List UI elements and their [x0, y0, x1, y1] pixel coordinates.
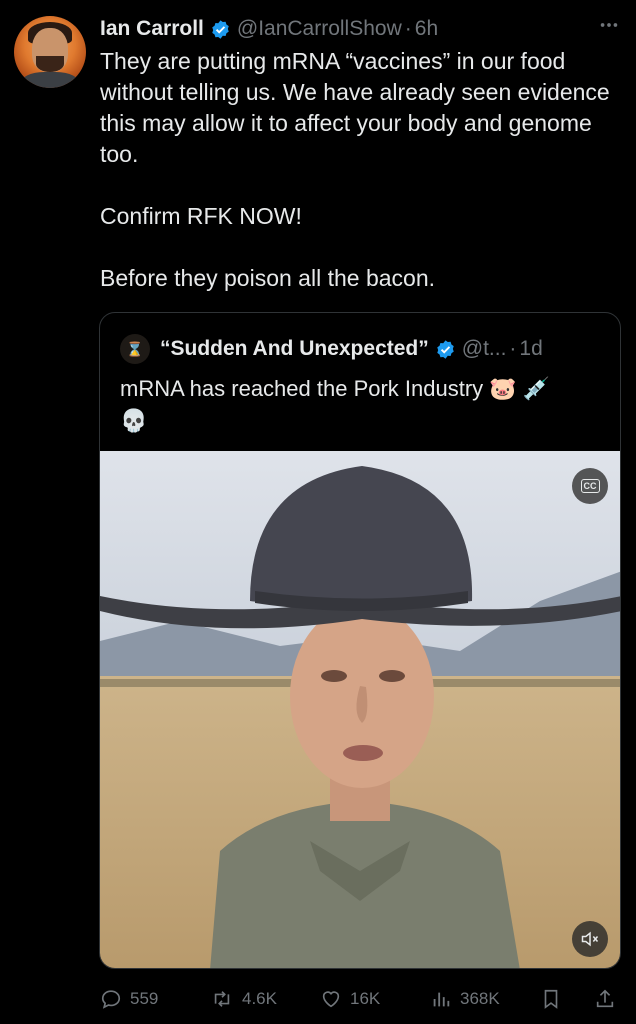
tweet-body: They are putting mRNA “vaccines” in our …	[100, 46, 620, 294]
quote-author-handle[interactable]: @t...	[462, 337, 507, 361]
share-icon	[596, 989, 614, 1008]
avatar-beard	[36, 56, 64, 72]
reply-button[interactable]: 559	[100, 982, 158, 1016]
quote-author-name[interactable]: “Sudden And Unexpected”	[160, 337, 429, 361]
reply-icon	[101, 990, 121, 1009]
author-avatar[interactable]	[14, 16, 86, 88]
tweet-paragraph: Confirm RFK NOW!	[100, 203, 302, 229]
more-options-icon[interactable]	[598, 14, 620, 42]
quote-time[interactable]: 1d	[519, 337, 542, 361]
video-player[interactable]: CC	[100, 451, 620, 968]
quote-header: ⌛ “Sudden And Unexpected” @t... · 1d	[120, 334, 604, 364]
quote-body: mRNA has reached the Pork Industry 🐷 💉 💀	[120, 376, 551, 433]
separator-dot: ·	[509, 337, 517, 360]
closed-captions-button[interactable]: CC	[572, 468, 608, 504]
quoted-tweet[interactable]: ⌛ “Sudden And Unexpected” @t... · 1d mRN…	[99, 312, 621, 969]
share-button[interactable]	[594, 982, 624, 1016]
analytics-bar-icon	[433, 992, 450, 1007]
separator-dot: ·	[404, 17, 412, 40]
verified-badge-icon	[210, 19, 231, 40]
heart-icon	[322, 991, 340, 1008]
tweet-paragraph: Before they poison all the bacon.	[100, 265, 436, 291]
repost-count: 4.6K	[242, 989, 277, 1008]
repost-icon	[214, 991, 230, 1007]
speaker-muted-icon	[581, 931, 599, 947]
post-time[interactable]: 6h	[415, 17, 438, 41]
action-bar: 559 4.6K 16K 368K	[100, 982, 620, 1016]
quote-avatar-icon[interactable]: ⌛	[120, 334, 150, 364]
cc-label: CC	[580, 479, 600, 493]
like-button[interactable]: 16K	[320, 982, 380, 1016]
views-button[interactable]: 368K	[430, 982, 500, 1016]
author-handle[interactable]: @IanCarrollShow	[237, 17, 402, 41]
bookmark-button[interactable]	[540, 982, 570, 1016]
tweet-header: Ian Carroll @IanCarrollShow · 6h	[100, 14, 620, 44]
like-count: 16K	[350, 989, 381, 1008]
avatar-shirt	[20, 72, 80, 88]
author-name[interactable]: Ian Carroll	[100, 17, 204, 41]
repost-button[interactable]: 4.6K	[210, 982, 277, 1016]
mute-button[interactable]	[572, 921, 608, 957]
video-frame	[100, 451, 620, 968]
tweet-paragraph: They are putting mRNA “vaccines” in our …	[100, 48, 610, 167]
verified-badge-icon	[435, 339, 456, 360]
reply-count: 559	[130, 989, 159, 1008]
view-count: 368K	[460, 989, 500, 1008]
bookmark-icon	[544, 989, 558, 1009]
